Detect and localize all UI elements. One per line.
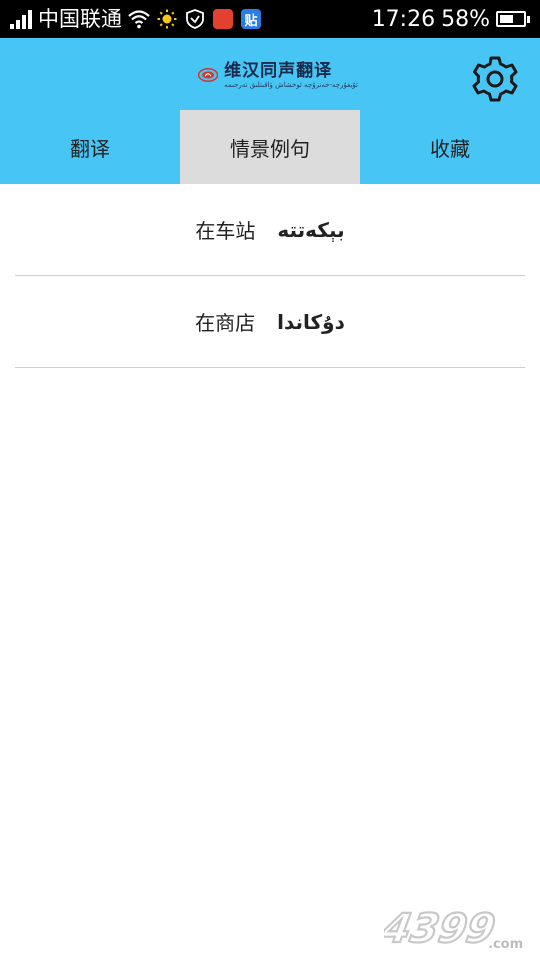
logo-title: 维汉同声翻译 <box>224 60 333 81</box>
battery-icon <box>496 11 530 27</box>
brightness-icon <box>156 8 178 30</box>
wifi-icon <box>128 8 150 30</box>
carrier-name: 中国联通 <box>38 7 122 31</box>
list-item-at-shop[interactable]: 在商店 دۇكاندا <box>0 276 540 367</box>
scenario-zh-label: 在商店 <box>195 311 256 335</box>
status-bar: 中国联通 贴 17:26 58% <box>0 0 540 38</box>
scenario-ug-label: بېكەتتە <box>277 217 345 242</box>
clock: 17:26 <box>371 6 436 32</box>
signal-icon <box>10 9 32 29</box>
scenario-list: 在车站 بېكەتتە 在商店 دۇكاندا <box>0 184 540 368</box>
watermark-text: 4399 <box>384 905 499 952</box>
tab-bar: 翻译 情景例句 收藏 <box>0 110 540 184</box>
battery-percent: 58% <box>441 6 490 32</box>
settings-button[interactable] <box>468 52 522 106</box>
scenario-zh-label: 在车站 <box>195 219 256 243</box>
vpn-shield-icon <box>184 8 206 30</box>
list-item-at-station[interactable]: 在车站 بېكەتتە <box>0 184 540 275</box>
logo-mark-icon <box>198 68 219 82</box>
app-header: 维汉同声翻译 ئۇيغۇرچە-خەنزۇچە ئوخشاش ۋاقىتلىق … <box>0 38 540 184</box>
app-logo: 维汉同声翻译 ئۇيغۇرچە-خەنزۇچە ئوخشاش ۋاقىتلىق … <box>198 58 358 92</box>
logo-subtitle: ئۇيغۇرچە-خەنزۇچە ئوخشاش ۋاقىتلىق تەرجىمە <box>224 80 358 89</box>
tab-scenario-examples[interactable]: 情景例句 <box>180 110 360 184</box>
tieba-icon: 贴 <box>240 8 262 30</box>
tab-translate[interactable]: 翻译 <box>0 110 180 184</box>
list-divider <box>15 367 525 368</box>
gear-icon <box>472 56 518 102</box>
site-watermark: 4399 .com <box>384 904 523 953</box>
tab-favorites[interactable]: 收藏 <box>360 110 540 184</box>
watermark-suffix: .com <box>488 937 523 952</box>
app-notification-icon <box>212 8 234 30</box>
status-bar-right: 17:26 58% <box>372 0 530 38</box>
status-bar-left: 中国联通 贴 <box>10 0 262 38</box>
scenario-ug-label: دۇكاندا <box>277 309 345 334</box>
